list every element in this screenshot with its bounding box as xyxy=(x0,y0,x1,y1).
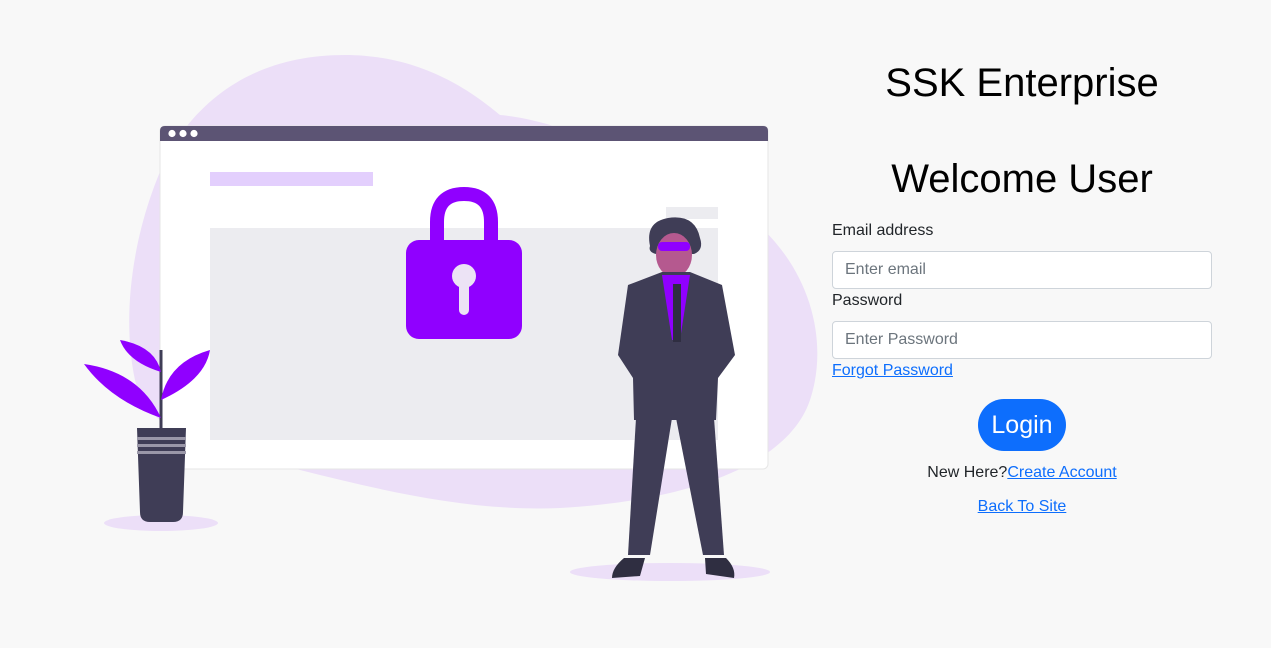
password-label: Password xyxy=(832,292,903,309)
email-label: Email address xyxy=(832,222,934,239)
signup-row: New Here?Create Account xyxy=(832,463,1212,483)
login-page: SSK Enterprise Welcome User Email addres… xyxy=(0,0,1271,648)
login-illustration xyxy=(84,55,818,581)
forgot-password-link[interactable]: Forgot Password xyxy=(832,361,953,381)
welcome-heading: Welcome User xyxy=(891,157,1153,201)
email-field[interactable] xyxy=(832,251,1212,289)
new-here-text: New Here? xyxy=(927,464,1008,481)
brand-title: SSK Enterprise xyxy=(885,61,1159,105)
password-field[interactable] xyxy=(832,321,1212,359)
back-to-site-link[interactable]: Back To Site xyxy=(978,498,1067,515)
login-button[interactable]: Login xyxy=(978,399,1066,451)
back-row: Back To Site xyxy=(832,497,1212,517)
login-form-panel: SSK Enterprise Welcome User Email addres… xyxy=(832,0,1212,648)
create-account-link[interactable]: Create Account xyxy=(1007,464,1116,481)
